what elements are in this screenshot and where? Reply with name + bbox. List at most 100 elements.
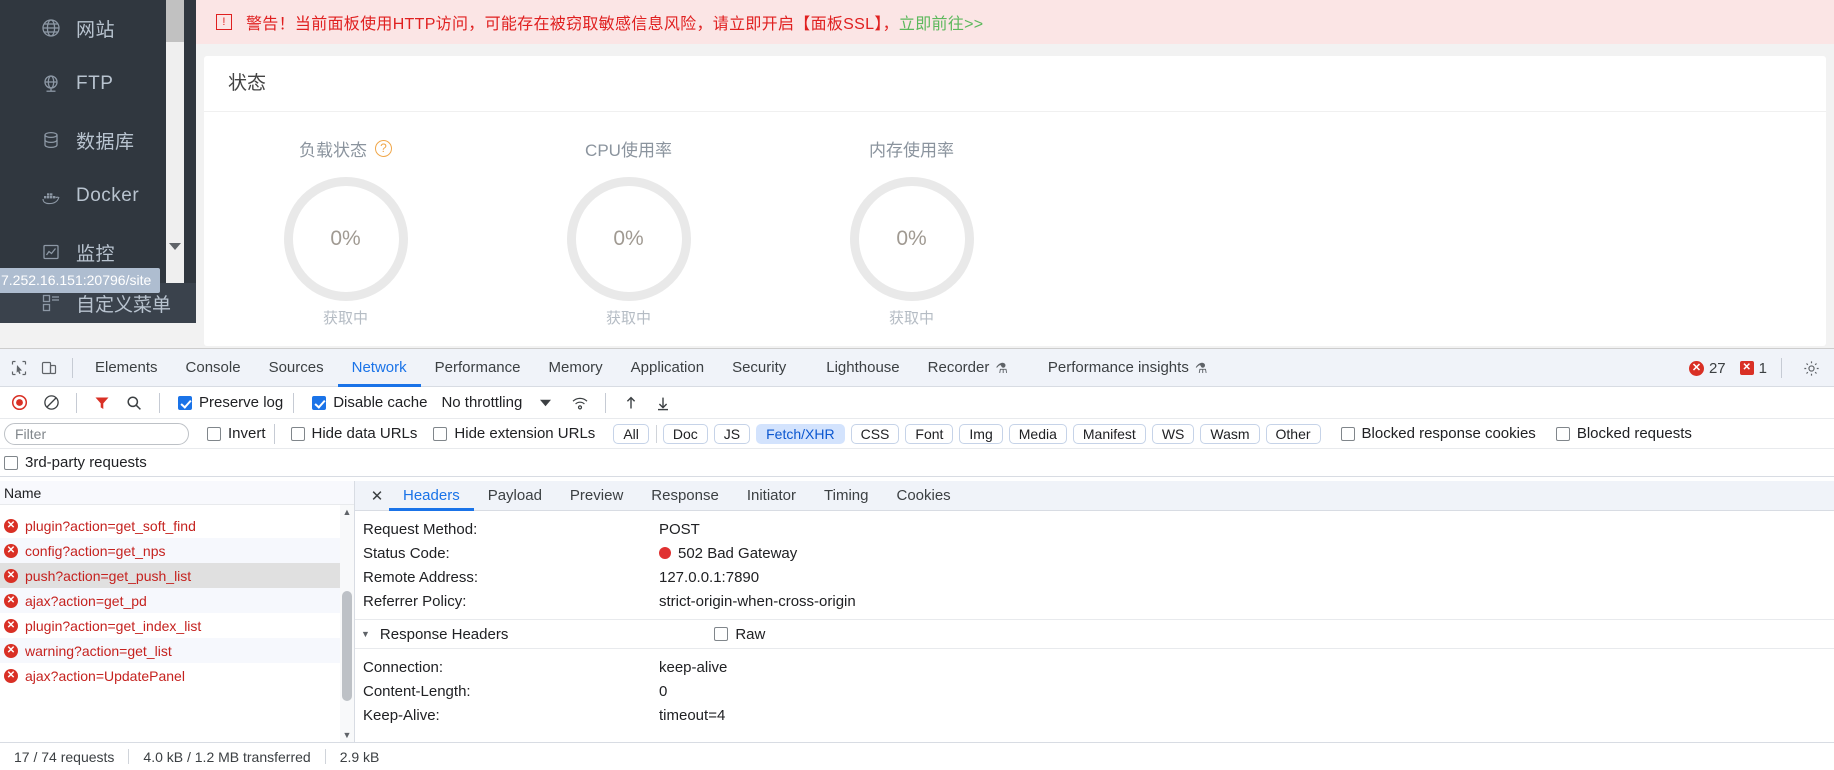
type-filter-media[interactable]: Media — [1008, 423, 1067, 444]
warning-count-badge[interactable]: ✕ 1 — [1739, 359, 1767, 377]
error-icon: ✕ — [4, 643, 18, 658]
tab-recorder[interactable]: Recorder ⚗ — [914, 349, 1022, 387]
import-har-icon[interactable] — [616, 388, 646, 418]
scroll-up-icon[interactable]: ▲ — [340, 505, 354, 519]
chevron-down-icon[interactable] — [166, 237, 184, 255]
filter-input[interactable]: Filter — [4, 422, 189, 445]
tab-label: Memory — [548, 358, 603, 376]
search-icon[interactable] — [119, 388, 149, 418]
type-filter-ws[interactable]: WS — [1151, 423, 1195, 444]
third-party-row: 3rd-party requests — [0, 449, 1834, 477]
table-row[interactable]: ✕ config?action=get_nps — [0, 538, 354, 563]
request-list-scrollbar[interactable]: ▲ ▼ — [340, 505, 354, 742]
detail-tab-initiator[interactable]: Initiator — [733, 481, 810, 511]
type-filter-wasm[interactable]: Wasm — [1200, 423, 1260, 444]
ssl-warning-link[interactable]: 立即前往>> — [899, 10, 984, 34]
device-toolbar-icon[interactable] — [34, 353, 64, 383]
raw-toggle[interactable]: Raw — [714, 626, 765, 643]
toolbar-divider — [655, 424, 657, 443]
header-value: 0 — [659, 682, 668, 700]
table-row[interactable]: ✕ ajax?action=UpdatePanel — [0, 663, 354, 688]
screen-root: 网站 FTP 数据库 Docker 监控 自定义菜单 7.252.16.151:… — [0, 0, 1834, 770]
gauge-cpu-value: 0% — [613, 227, 644, 250]
tab-console[interactable]: Console — [172, 349, 255, 387]
table-row[interactable] — [0, 505, 354, 513]
scroll-down-icon[interactable]: ▼ — [340, 728, 354, 742]
network-toolbar: Preserve log Disable cache No throttling — [0, 387, 1834, 419]
type-filter-doc[interactable]: Doc — [662, 423, 708, 444]
detail-tab-headers[interactable]: Headers — [389, 481, 474, 511]
clear-button[interactable] — [36, 388, 66, 418]
tab-performance-insights[interactable]: Performance insights ⚗ — [1022, 349, 1221, 387]
warning-count: 1 — [1758, 359, 1767, 377]
tab-application[interactable]: Application — [617, 349, 718, 387]
table-row[interactable]: ✕ push?action=get_push_list — [0, 563, 354, 588]
detail-tab-preview[interactable]: Preview — [556, 481, 637, 511]
throttling-select[interactable]: No throttling — [441, 394, 552, 411]
disable-cache-checkbox[interactable]: Disable cache — [312, 394, 427, 411]
record-button[interactable] — [4, 388, 34, 418]
type-filter-other[interactable]: Other — [1265, 423, 1321, 444]
gauge-cpu-ring: 0% — [566, 177, 691, 301]
close-icon[interactable]: ✕ — [365, 484, 389, 508]
detail-tab-response[interactable]: Response — [637, 481, 733, 511]
hide-extension-urls-checkbox[interactable]: Hide extension URLs — [433, 425, 595, 442]
blocked-response-cookies-label: Blocked response cookies — [1361, 425, 1536, 442]
detail-tab-payload[interactable]: Payload — [474, 481, 556, 511]
tab-lighthouse[interactable]: Lighthouse — [800, 349, 913, 387]
preserve-log-checkbox[interactable]: Preserve log — [178, 394, 283, 411]
warning-icon: ! — [216, 14, 232, 30]
sidebar-scrollbar[interactable] — [166, 0, 184, 283]
request-name: ajax?action=get_pd — [25, 592, 147, 609]
tab-memory[interactable]: Memory — [535, 349, 617, 387]
tab-security[interactable]: Security — [718, 349, 800, 387]
table-row[interactable]: ✕ plugin?action=get_soft_find — [0, 513, 354, 538]
header-key: Remote Address: — [363, 568, 479, 586]
gear-icon[interactable] — [1796, 353, 1826, 383]
request-list-header[interactable]: Name — [0, 481, 354, 505]
tab-label: Performance insights — [1047, 358, 1189, 376]
tab-label: Performance — [434, 358, 521, 376]
third-party-requests-checkbox[interactable]: 3rd-party requests — [4, 454, 147, 471]
request-name: push?action=get_push_list — [25, 567, 192, 584]
tab-elements[interactable]: Elements — [81, 349, 172, 387]
table-row[interactable]: ✕ warning?action=get_list — [0, 638, 354, 663]
invert-checkbox[interactable]: Invert — [207, 425, 266, 442]
type-filter-js[interactable]: JS — [713, 423, 751, 444]
globe-icon — [40, 17, 62, 39]
table-row[interactable]: ✕ ajax?action=get_pd — [0, 588, 354, 613]
table-row[interactable]: ✕ plugin?action=get_index_list — [0, 613, 354, 638]
blocked-requests-checkbox[interactable]: Blocked requests — [1555, 425, 1692, 442]
error-icon: ✕ — [4, 593, 18, 608]
tab-network[interactable]: Network — [338, 349, 421, 387]
type-filter-all[interactable]: All — [613, 423, 649, 444]
blocked-response-cookies-checkbox[interactable]: Blocked response cookies — [1340, 425, 1536, 442]
type-filter-img[interactable]: Img — [959, 423, 1003, 444]
request-list-scroll-thumb[interactable] — [342, 591, 352, 701]
tab-performance[interactable]: Performance — [421, 349, 535, 387]
tab-label: Security — [732, 358, 787, 376]
type-filter-fetch-xhr[interactable]: Fetch/XHR — [756, 423, 845, 444]
detail-tab-timing[interactable]: Timing — [810, 481, 882, 511]
network-conditions-icon[interactable] — [565, 388, 595, 418]
hide-data-urls-checkbox[interactable]: Hide data URLs — [290, 425, 418, 442]
error-icon: ✕ — [1688, 360, 1704, 376]
help-icon[interactable]: ? — [375, 140, 392, 157]
detail-tab-cookies[interactable]: Cookies — [882, 481, 964, 511]
hide-data-urls-label: Hide data URLs — [311, 425, 418, 442]
filter-icon[interactable] — [87, 388, 117, 418]
status-card: 状态 负载状态 ? 0% 获取中 CPU使用率 0% 获取中 内存使用率 0% … — [204, 56, 1826, 346]
sidebar-scrollbar-thumb[interactable] — [166, 0, 184, 42]
type-filter-css[interactable]: CSS — [850, 423, 900, 444]
inspect-element-icon[interactable] — [4, 353, 34, 383]
network-status-bar: 17 / 74 requests 4.0 kB / 1.2 MB transfe… — [0, 742, 1834, 770]
devtools-tabbar: Elements Console Sources Network Perform… — [0, 349, 1834, 387]
response-headers-section[interactable]: ▼ Response Headers Raw — [355, 619, 1834, 649]
type-filter-font[interactable]: Font — [905, 423, 954, 444]
type-filter-manifest[interactable]: Manifest — [1072, 423, 1146, 444]
export-har-icon[interactable] — [648, 388, 678, 418]
tab-sources[interactable]: Sources — [255, 349, 338, 387]
error-count-badge[interactable]: ✕ 27 — [1688, 360, 1726, 377]
gauge-row: 负载状态 ? 0% 获取中 CPU使用率 0% 获取中 内存使用率 0% 获取中 — [204, 112, 1826, 328]
gauge-load: 负载状态 ? 0% 获取中 — [204, 136, 487, 328]
